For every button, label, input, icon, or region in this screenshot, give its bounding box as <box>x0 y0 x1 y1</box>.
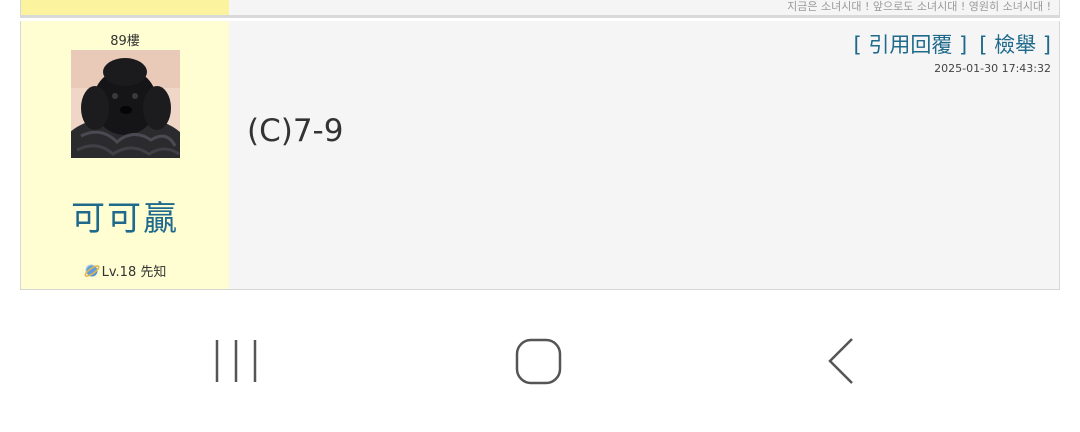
recent-apps-button[interactable] <box>207 336 267 388</box>
author-level-text: Lv.18 先知 <box>101 265 167 280</box>
back-icon <box>828 338 853 384</box>
author-panel: 89樓 可可贏 Lv.18 先知 <box>21 21 229 289</box>
home-button[interactable] <box>508 336 568 388</box>
author-level: Lv.18 先知 <box>21 261 229 283</box>
poodle-avatar-icon <box>71 50 180 158</box>
post-actions: [ 引用回覆 ] [ 檢舉 ] <box>854 29 1052 59</box>
forum-post: 89樓 可可贏 Lv.18 先知 [引用回覆] [檢舉] 2025-01… <box>20 21 1060 290</box>
previous-post-signature: 지금은 소녀시대 ! 앞으로도 소녀시대 ! 영원히 소녀시대 ! <box>787 0 1051 13</box>
previous-post-author-panel <box>21 0 229 15</box>
planet-icon <box>84 263 100 283</box>
quote-reply-link[interactable]: [ 引用回覆 ] <box>854 33 968 57</box>
recent-apps-icon <box>215 340 257 382</box>
system-navigation-bar <box>0 300 1080 432</box>
floor-number: 89樓 <box>110 34 140 49</box>
home-icon <box>515 338 562 385</box>
forum-page: 지금은 소녀시대 ! 앞으로도 소녀시대 ! 영원히 소녀시대 ! 89樓 可可… <box>0 0 1080 432</box>
post-timestamp: 2025-01-30 17:43:32 <box>934 62 1051 75</box>
back-button[interactable] <box>814 336 874 388</box>
post-body: (C)7-9 <box>247 113 344 149</box>
author-avatar[interactable] <box>71 50 180 158</box>
author-name[interactable]: 可可贏 <box>21 191 229 240</box>
report-link[interactable]: [ 檢舉 ] <box>979 33 1051 57</box>
post-content: [ 引用回覆 ] [ 檢舉 ] 2025-01-30 17:43:32 (C)7-… <box>229 21 1059 289</box>
previous-post: 지금은 소녀시대 ! 앞으로도 소녀시대 ! 영원히 소녀시대 ! <box>20 0 1060 18</box>
